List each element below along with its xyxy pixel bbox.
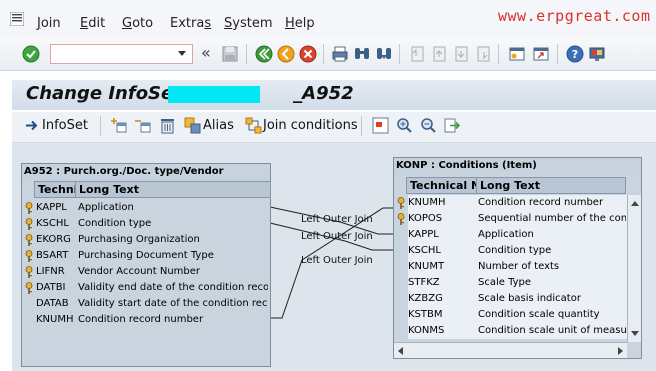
table-row[interactable]: KSTBM Condition scale quantity xyxy=(394,307,627,323)
scroll-up-icon[interactable] xyxy=(631,201,639,206)
table-row[interactable]: EKORG Purchasing Organization xyxy=(22,232,270,248)
field-name: LIFNR xyxy=(36,266,65,277)
table-row[interactable]: KNUMT Number of texts xyxy=(394,259,627,275)
key-icon xyxy=(397,213,405,225)
left-table[interactable]: A952 : Purch.org./Doc. type/Vendor Techn… xyxy=(21,163,271,367)
key-icon xyxy=(25,218,33,230)
table-row[interactable]: DATAB Validity start date of the conditio… xyxy=(22,296,270,312)
field-description: Application xyxy=(478,229,534,240)
field-name: KAPPL xyxy=(36,202,67,213)
key-icon xyxy=(25,282,33,294)
scroll-left-icon[interactable] xyxy=(398,347,403,355)
field-description: Vendor Account Number xyxy=(78,266,201,277)
field-description: Condition scale unit of measure xyxy=(478,325,626,336)
key-icon xyxy=(25,202,33,214)
join-label: Left Outer Join xyxy=(301,214,373,225)
field-description: Validity start date of the condition rec… xyxy=(78,298,268,309)
table-row[interactable]: KSCHL Condition type xyxy=(394,243,627,259)
field-description: Number of texts xyxy=(478,261,560,272)
field-description: Condition record number xyxy=(78,314,204,325)
table-row[interactable]: KZBZG Scale basis indicator xyxy=(394,291,627,307)
field-description: Scale Type xyxy=(478,277,532,288)
join-label: Left Outer Join xyxy=(301,255,373,266)
field-name: EKORG xyxy=(36,234,71,245)
scroll-right-icon[interactable] xyxy=(618,347,623,355)
table-row[interactable]: KAPPL Application xyxy=(22,200,270,216)
field-description: Purchasing Document Type xyxy=(78,250,214,261)
key-icon xyxy=(25,234,33,246)
table-row[interactable]: KONMS Condition scale unit of measure xyxy=(394,323,627,339)
field-name: KNUMH xyxy=(36,314,74,325)
field-name: KZBZG xyxy=(408,293,443,304)
key-icon xyxy=(25,266,33,278)
table-row[interactable]: KAPPL Application xyxy=(394,227,627,243)
field-description: Condition record number xyxy=(478,197,604,208)
horizontal-scrollbar[interactable] xyxy=(394,342,627,358)
table-title: KONP : Conditions (Item) xyxy=(394,158,641,175)
table-row[interactable]: KOPOS Sequential number of the condition xyxy=(394,211,627,227)
field-description: Purchasing Organization xyxy=(78,234,200,245)
table-row[interactable]: DATBI Validity end date of the condition … xyxy=(22,280,270,296)
field-description: Application xyxy=(78,202,134,213)
table-row[interactable]: KNUMH Condition record number xyxy=(22,312,270,328)
field-name: KSTBM xyxy=(408,309,443,320)
field-name: KSCHL xyxy=(36,218,69,229)
table-row[interactable]: STFKZ Scale Type xyxy=(394,275,627,291)
table-row[interactable]: BSART Purchasing Document Type xyxy=(22,248,270,264)
table-row[interactable]: LIFNR Vendor Account Number xyxy=(22,264,270,280)
field-name: DATAB xyxy=(36,298,69,309)
table-row[interactable]: KSCHL Condition type xyxy=(22,216,270,232)
field-name: DATBI xyxy=(36,282,66,293)
field-name: KAPPL xyxy=(408,229,439,240)
right-table[interactable]: KONP : Conditions (Item) Technical Name … xyxy=(393,157,642,359)
field-description: Condition type xyxy=(78,218,152,229)
field-name: STFKZ xyxy=(408,277,440,288)
table-title: A952 : Purch.org./Doc. type/Vendor xyxy=(22,164,270,181)
field-name: BSART xyxy=(36,250,69,261)
field-description: Condition type xyxy=(478,245,552,256)
scroll-down-icon[interactable] xyxy=(631,331,639,336)
field-description: Scale basis indicator xyxy=(478,293,581,304)
table-row[interactable]: KNUMH Condition record number xyxy=(394,195,627,211)
field-description: Sequential number of the condition xyxy=(478,213,626,224)
vertical-scrollbar[interactable] xyxy=(627,195,641,342)
field-name: KONMS xyxy=(408,325,445,336)
column-header-technical-name[interactable]: Technical Name xyxy=(34,181,76,198)
field-name: KNUMH xyxy=(408,197,446,208)
field-name: KOPOS xyxy=(408,213,443,224)
field-description: Condition scale quantity xyxy=(478,309,600,320)
key-icon xyxy=(397,197,405,209)
field-name: KSCHL xyxy=(408,245,441,256)
field-description: Validity end date of the condition recor… xyxy=(78,282,268,293)
column-header-long-text[interactable]: Long Text xyxy=(476,177,626,194)
key-icon xyxy=(25,250,33,262)
field-name: KNUMT xyxy=(408,261,445,272)
column-header-long-text[interactable]: Long Text xyxy=(75,181,271,198)
join-label: Left Outer Join xyxy=(301,231,373,242)
column-header-technical-name[interactable]: Technical Name xyxy=(406,177,477,194)
